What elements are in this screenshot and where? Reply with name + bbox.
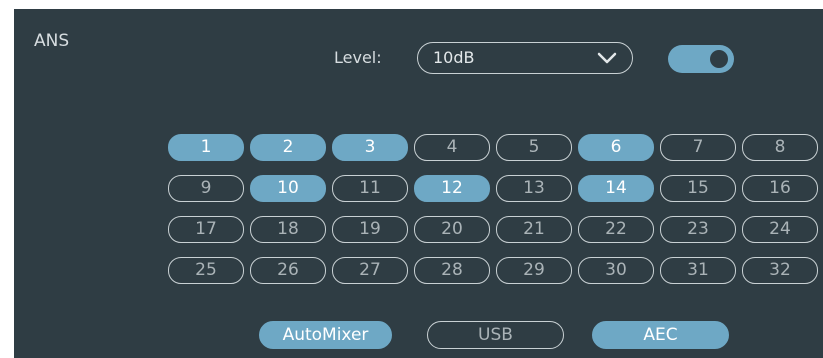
channel-7-button[interactable]: 7 (660, 134, 736, 161)
level-value: 10dB (433, 48, 475, 67)
level-label: Level: (334, 48, 382, 67)
channel-31-button[interactable]: 31 (660, 257, 736, 284)
ans-panel: ANS Level: 10dB 1 2 3 4 5 6 7 8 9 10 11 12 13 14 15 16 1… (14, 9, 823, 358)
channel-10-button[interactable]: 10 (250, 175, 326, 202)
channel-5-button[interactable]: 5 (496, 134, 572, 161)
channel-19-button[interactable]: 19 (332, 216, 408, 243)
channel-17-button[interactable]: 17 (168, 216, 244, 243)
channel-18-button[interactable]: 18 (250, 216, 326, 243)
chevron-down-icon (597, 52, 617, 64)
channel-15-button[interactable]: 15 (660, 175, 736, 202)
panel-title: ANS (34, 31, 70, 51)
channel-26-button[interactable]: 26 (250, 257, 326, 284)
channel-27-button[interactable]: 27 (332, 257, 408, 284)
channel-24-button[interactable]: 24 (742, 216, 818, 243)
channel-9-button[interactable]: 9 (168, 175, 244, 202)
channel-22-button[interactable]: 22 (578, 216, 654, 243)
usb-button[interactable]: USB (427, 321, 564, 349)
channel-12-button[interactable]: 12 (414, 175, 490, 202)
channel-29-button[interactable]: 29 (496, 257, 572, 284)
channel-30-button[interactable]: 30 (578, 257, 654, 284)
channel-14-button[interactable]: 14 (578, 175, 654, 202)
aec-button[interactable]: AEC (592, 321, 729, 349)
channel-2-button[interactable]: 2 (250, 134, 326, 161)
channel-25-button[interactable]: 25 (168, 257, 244, 284)
toggle-knob (710, 50, 728, 68)
channel-3-button[interactable]: 3 (332, 134, 408, 161)
channel-28-button[interactable]: 28 (414, 257, 490, 284)
channel-4-button[interactable]: 4 (414, 134, 490, 161)
channel-23-button[interactable]: 23 (660, 216, 736, 243)
channel-21-button[interactable]: 21 (496, 216, 572, 243)
channel-32-button[interactable]: 32 (742, 257, 818, 284)
channel-16-button[interactable]: 16 (742, 175, 818, 202)
level-dropdown[interactable]: 10dB (417, 42, 633, 74)
channel-13-button[interactable]: 13 (496, 175, 572, 202)
ans-enable-toggle[interactable] (668, 45, 734, 73)
automixer-button[interactable]: AutoMixer (259, 321, 392, 349)
channel-8-button[interactable]: 8 (742, 134, 818, 161)
channel-6-button[interactable]: 6 (578, 134, 654, 161)
channel-11-button[interactable]: 11 (332, 175, 408, 202)
channel-1-button[interactable]: 1 (168, 134, 244, 161)
channel-20-button[interactable]: 20 (414, 216, 490, 243)
